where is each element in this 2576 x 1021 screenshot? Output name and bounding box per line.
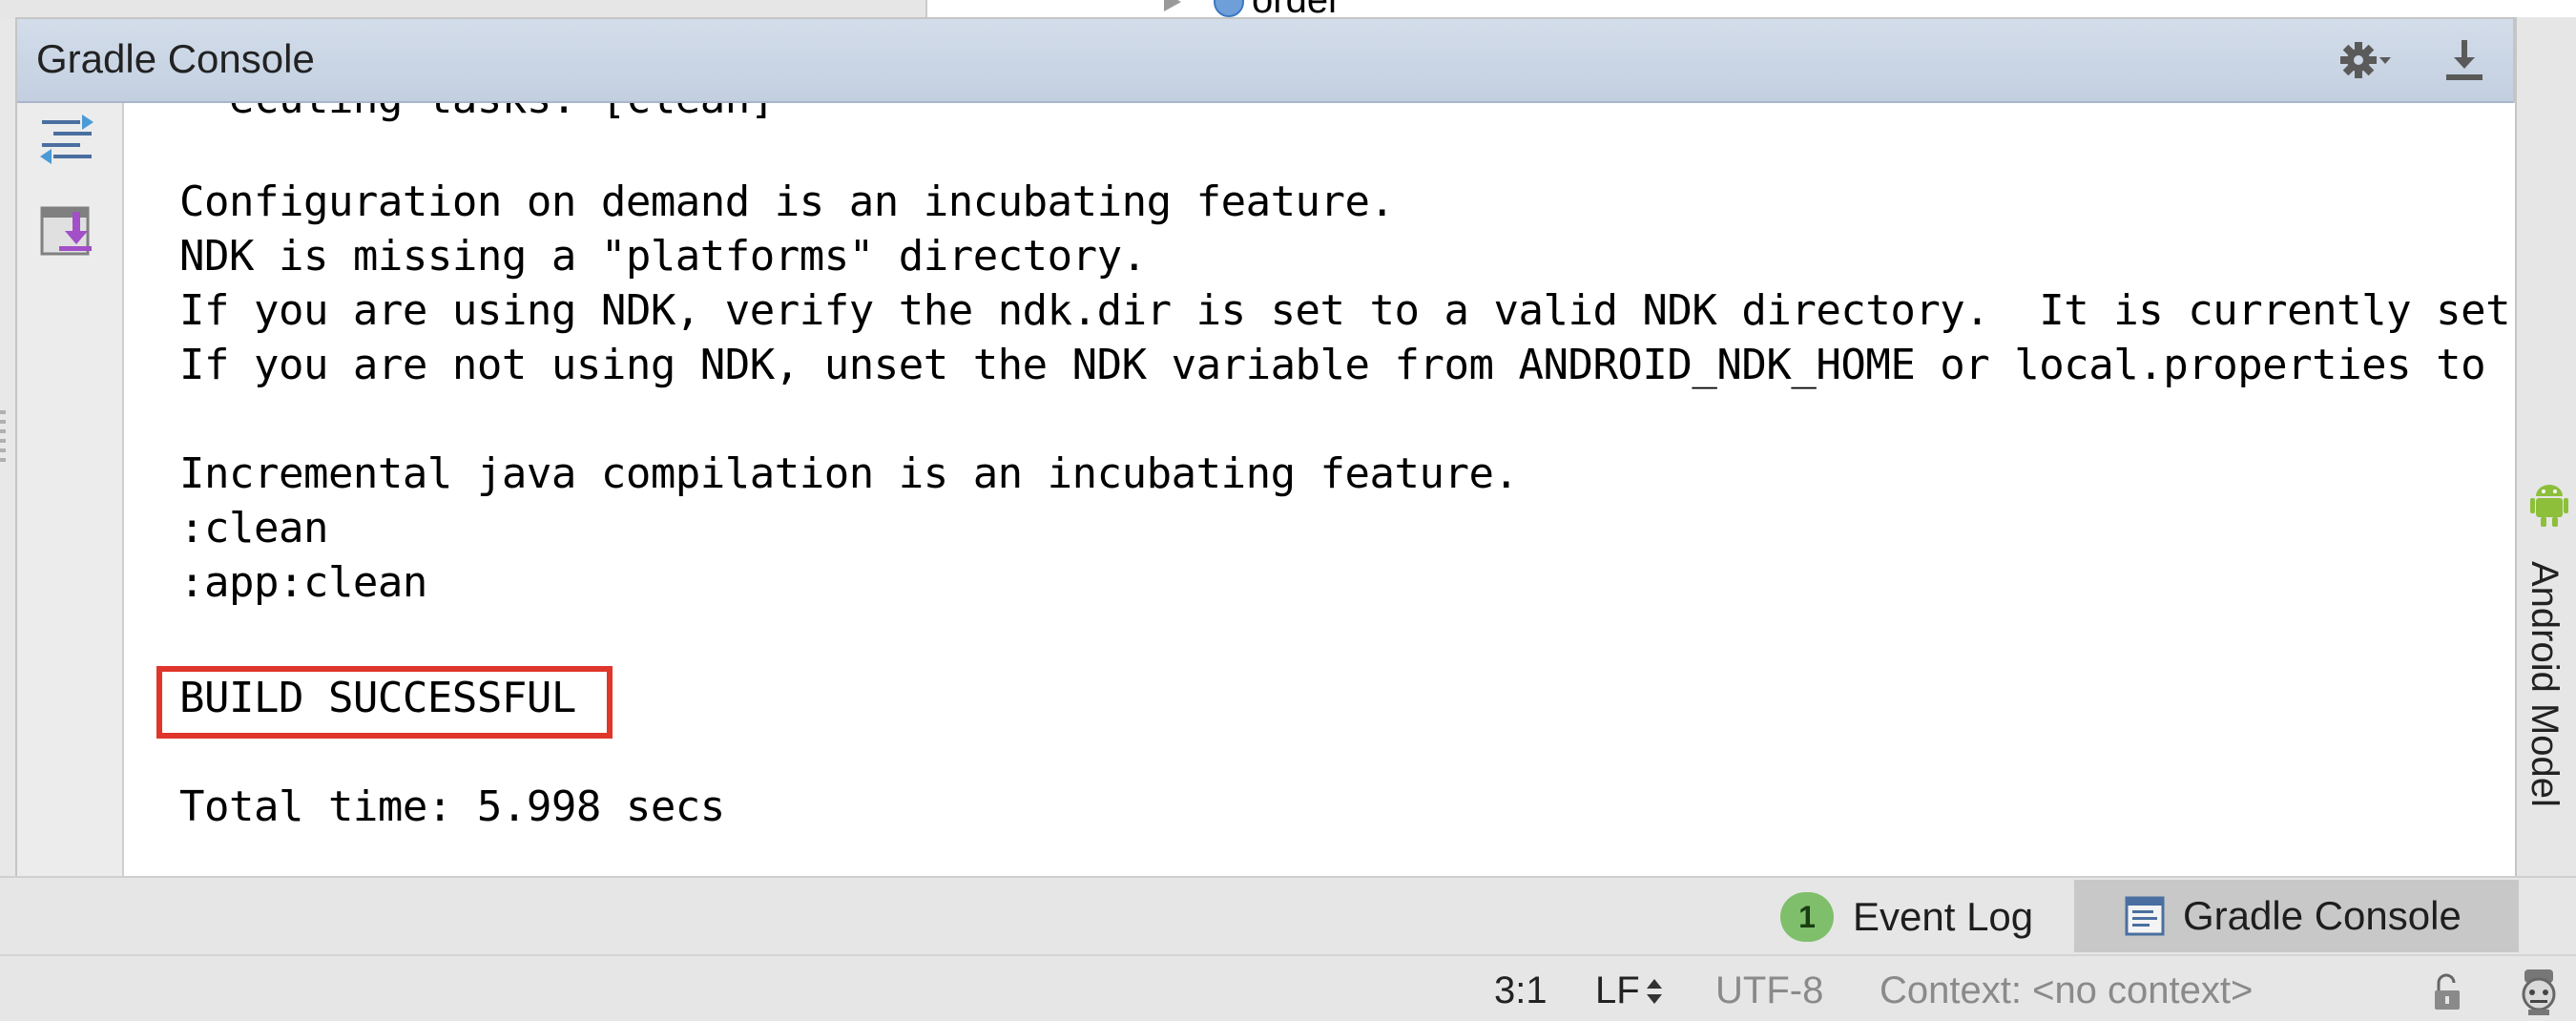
right-tool-strip: Android Model — [2515, 17, 2576, 876]
event-log-label: Event Log — [1853, 894, 2034, 939]
panel-header: Gradle Console — [17, 19, 2513, 103]
event-log-tab[interactable]: 1 Event Log — [1771, 884, 2043, 950]
project-tree-partial: order — [925, 0, 2576, 19]
status-bar: 3:1 LF UTF-8 Context: <no context> — [0, 954, 2576, 1021]
panel-title: Gradle Console — [36, 36, 315, 81]
console-line: Configuration on demand is an incubating… — [179, 177, 1395, 226]
console-line: :app:clean — [179, 558, 427, 607]
console-toolbar — [17, 103, 124, 876]
scroll-to-end-icon[interactable] — [38, 202, 97, 261]
console-line: NDK is missing a "platforms" directory. — [179, 232, 1147, 281]
android-model-tab[interactable]: Android Model — [2523, 561, 2566, 807]
editor-background — [0, 0, 925, 19]
console-line: If you are not using NDK, unset the NDK … — [179, 341, 2486, 389]
inspector-icon[interactable] — [2515, 966, 2563, 1017]
tree-expand-icon[interactable] — [1164, 0, 1181, 11]
tree-node-label[interactable]: order — [1252, 0, 1340, 19]
gradle-console-tab[interactable]: Gradle Console — [2074, 880, 2519, 952]
console-line: If you are using NDK, verify the ndk.dir… — [179, 286, 2515, 335]
console-line: Incremental java compilation is an incub… — [179, 449, 1519, 498]
build-status-line: BUILD SUCCESSFUL — [179, 674, 576, 722]
unlock-icon[interactable] — [2431, 973, 2465, 1011]
gear-dropdown-icon[interactable] — [2339, 38, 2393, 82]
hide-down-icon[interactable] — [2441, 36, 2488, 84]
context-indicator[interactable]: Context: <no context> — [1880, 969, 2253, 1012]
console-line: :clean — [179, 504, 328, 552]
line-separator-selector[interactable]: LF — [1595, 969, 1640, 1012]
console-line-cutoff: ecuting tasks: [clean] — [179, 103, 775, 123]
resize-grip[interactable] — [0, 410, 6, 468]
caret-position[interactable]: 3:1 — [1494, 969, 1548, 1012]
console-icon — [2125, 896, 2165, 936]
file-encoding[interactable]: UTF-8 — [1715, 969, 1823, 1012]
console-output[interactable]: ecuting tasks: [clean] Configuration on … — [124, 103, 2515, 876]
ide-window: order Gradle Console — [0, 0, 2576, 1021]
gradle-console-label: Gradle Console — [2183, 893, 2462, 938]
tree-node-icon — [1214, 0, 1244, 17]
tool-windows-bar: 1 Event Log Gradle Console — [0, 876, 2576, 954]
gradle-console-panel: Gradle Console Configuration on demand i… — [15, 17, 2515, 876]
event-count-badge: 1 — [1780, 892, 1834, 942]
total-time-line: Total time: 5.998 secs — [179, 782, 725, 831]
updown-arrows-icon — [1647, 979, 1662, 1004]
toggle-view-icon[interactable] — [38, 111, 97, 170]
android-icon[interactable] — [2530, 481, 2568, 529]
